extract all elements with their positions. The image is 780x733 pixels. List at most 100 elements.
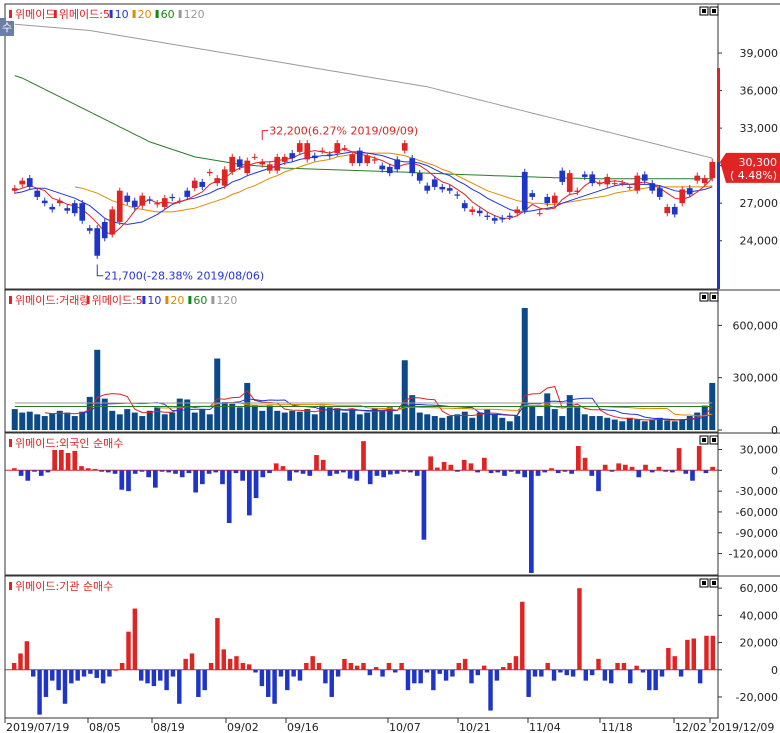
net-buy-bar xyxy=(240,470,245,481)
volume-bar xyxy=(34,414,41,430)
volume-bar xyxy=(409,395,416,430)
net-buy-bar xyxy=(272,669,277,704)
volume-bar xyxy=(139,416,146,430)
net-buy-bar xyxy=(106,470,111,473)
net-buy-bar xyxy=(196,669,201,697)
net-buy-bar xyxy=(683,470,689,474)
net-buy-bar xyxy=(72,450,78,471)
net-buy-bar xyxy=(221,649,226,670)
volume-bar xyxy=(94,349,101,430)
volume-bar xyxy=(206,414,213,430)
net-buy-bar xyxy=(260,470,266,478)
net-buy-bar xyxy=(266,669,271,697)
volume-bar xyxy=(19,412,26,430)
net-buy-bar xyxy=(234,656,239,670)
net-buy-bar xyxy=(226,470,232,524)
candle xyxy=(649,183,656,191)
candle xyxy=(506,215,513,217)
net-buy-bar xyxy=(79,466,84,471)
x-tick-label: 10/21 xyxy=(459,721,491,733)
legend-series-label: 20 xyxy=(170,294,184,307)
net-buy-bar xyxy=(31,669,36,677)
volume-bar xyxy=(416,412,423,430)
x-tick-label: 08/05 xyxy=(89,721,121,733)
volume-bar xyxy=(266,405,273,430)
net-buy-bar xyxy=(488,470,494,474)
candle xyxy=(611,183,618,185)
legend-title: 위메이드:거래량 xyxy=(15,294,90,307)
volume-bar xyxy=(529,406,536,430)
candle xyxy=(604,176,611,185)
volume-bar xyxy=(431,416,438,430)
legend-marker xyxy=(9,10,12,18)
net-buy-bar xyxy=(45,470,51,473)
net-buy-bar xyxy=(119,470,125,490)
net-buy-bar xyxy=(132,608,138,670)
net-buy-bar xyxy=(215,618,220,670)
candle xyxy=(109,209,116,235)
net-buy-bar xyxy=(267,470,272,474)
candle xyxy=(34,190,41,197)
net-buy-bar xyxy=(649,470,655,473)
candle xyxy=(161,198,168,207)
volume-bar xyxy=(439,417,446,430)
legend-series-marker xyxy=(109,10,113,18)
net-buy-bar xyxy=(628,669,633,684)
volume-bar xyxy=(604,417,611,430)
net-buy-bar xyxy=(273,463,279,471)
candle xyxy=(371,159,378,161)
legend-series-label: 10 xyxy=(147,294,161,307)
net-buy-bar xyxy=(193,470,198,493)
volume-bar xyxy=(311,414,318,430)
net-buy-bar xyxy=(183,658,188,670)
net-buy-bar xyxy=(50,669,55,681)
net-buy-bar xyxy=(291,669,296,677)
candle xyxy=(641,174,648,181)
candle xyxy=(251,156,258,158)
net-buy-bar xyxy=(37,669,42,715)
x-tick-label: 2019/07/19 xyxy=(6,721,69,733)
net-buy-bar xyxy=(656,466,662,471)
net-buy-bar xyxy=(247,470,252,516)
volume-bar xyxy=(86,396,93,430)
candle xyxy=(86,228,93,231)
net-buy-bar xyxy=(314,455,319,471)
candle xyxy=(26,178,33,187)
net-buy-bar xyxy=(418,669,423,684)
y-tick-label: -120,000 xyxy=(729,548,778,561)
net-buy-bar xyxy=(126,631,131,670)
volume-bar xyxy=(521,307,528,430)
volume-bar xyxy=(461,411,468,430)
net-buy-bar xyxy=(428,456,433,471)
candle xyxy=(656,188,663,197)
net-buy-bar xyxy=(186,470,192,474)
legend-series-marker xyxy=(188,296,192,304)
x-tick-label: 08/19 xyxy=(153,721,185,733)
net-buy-bar xyxy=(126,470,131,492)
candle xyxy=(274,156,281,171)
net-buy-bar xyxy=(361,662,366,670)
candle xyxy=(334,143,341,154)
net-buy-bar xyxy=(596,658,601,670)
candle xyxy=(146,199,153,201)
net-buy-bar xyxy=(647,669,652,691)
net-buy-bar xyxy=(354,470,360,481)
legend-series-marker xyxy=(155,10,159,18)
candle xyxy=(581,174,588,177)
candle xyxy=(386,166,393,174)
candle xyxy=(356,150,363,164)
net-buy-bar xyxy=(555,470,561,474)
candle xyxy=(499,218,506,220)
candle xyxy=(484,215,491,217)
net-buy-bar xyxy=(173,470,178,474)
net-buy-bar xyxy=(300,470,306,474)
net-buy-bar xyxy=(374,470,380,476)
net-buy-bar xyxy=(710,466,715,471)
chart-canvas[interactable]: 수 39,000 36,000 33,000 30,000 27,000 24,000 32,… xyxy=(0,0,780,733)
net-buy-bar xyxy=(159,470,165,472)
volume-bar xyxy=(229,403,236,430)
net-buy-bar xyxy=(32,470,37,472)
candle xyxy=(139,195,146,206)
legend-title: 위메이드:외국인 순매수 xyxy=(15,437,123,450)
net-buy-bar xyxy=(253,669,258,673)
